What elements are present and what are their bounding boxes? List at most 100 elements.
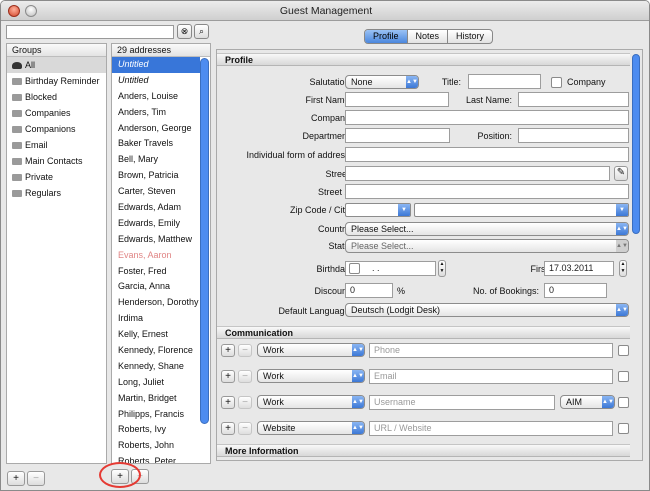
address-item[interactable]: Roberts, Ivy [112,422,200,438]
add-group-button[interactable]: + [7,471,25,486]
group-item[interactable]: Birthday Reminder [7,73,106,89]
street-field[interactable] [345,166,610,181]
communication-type-select[interactable]: Work ▲▼ [257,369,365,383]
add-row-button[interactable]: + [221,370,235,383]
birthday-value: . . [372,263,380,273]
bookings-field[interactable]: 0 [544,283,607,298]
communication-type-select[interactable]: Work ▲▼ [257,343,365,357]
address-item[interactable]: Edwards, Matthew [112,232,200,248]
group-item[interactable]: Private [7,169,106,185]
address-item[interactable]: Edwards, Adam [112,200,200,216]
zip-code-combo[interactable]: ▼ [345,203,411,217]
chevron-down-icon: ▲▼ [406,76,418,88]
add-row-button[interactable]: + [221,396,235,409]
title-field[interactable] [468,74,541,89]
address-item[interactable]: Edwards, Emily [112,216,200,232]
chevron-down-icon: ▲▼ [352,422,364,434]
address-item[interactable]: Anderson, George [112,121,200,137]
remove-row-button[interactable]: − [238,344,252,357]
communication-checkbox[interactable] [618,397,629,408]
language-select[interactable]: Deutsch (Lodgit Desk) ▲▼ [345,303,629,317]
group-item[interactable]: Email [7,137,106,153]
address-item[interactable]: Anders, Tim [112,105,200,121]
address-item[interactable]: Brown, Patricia [112,168,200,184]
communication-type-select[interactable]: Website ▲▼ [257,421,365,435]
address-item[interactable]: Roberts, John [112,438,200,454]
first-name-field[interactable] [345,92,449,107]
address-item[interactable]: Kennedy, Shane [112,359,200,375]
clear-search-icon[interactable]: ⊗ [177,24,192,39]
address-item[interactable]: Untitled [112,73,200,89]
group-item[interactable]: Blocked [7,89,106,105]
company-field[interactable] [345,110,629,125]
remove-row-button[interactable]: − [238,370,252,383]
address-item[interactable]: Untitled [112,57,200,73]
position-field[interactable] [518,128,629,143]
address-item[interactable]: Carter, Steven [112,184,200,200]
search-input[interactable] [6,25,174,39]
state-select[interactable]: Please Select... ▲▼ [345,239,629,253]
messenger-type-select[interactable]: AIM ▲▼ [560,395,615,409]
address-item[interactable]: Anders, Louise [112,89,200,105]
discount-field[interactable]: 0 [345,283,393,298]
addresses-scrollbar[interactable] [200,58,209,424]
window: Guest Management ⊗ ⌕ Profile Notes Histo… [0,0,650,491]
addresses-header: 29 addresses [112,44,210,57]
pen-icon[interactable]: ✎ [614,166,628,181]
state-value: Please Select... [351,241,414,251]
address-item[interactable]: Irdima [112,311,200,327]
group-item[interactable]: Main Contacts [7,153,106,169]
street2-field[interactable] [345,184,629,199]
remove-row-button[interactable]: − [238,396,252,409]
folder-icon [12,190,22,197]
birthday-stepper[interactable]: ▲ ▼ [438,260,446,277]
city-combo[interactable]: ▼ [414,203,629,217]
last-name-field[interactable] [518,92,629,107]
addresses-panel: 29 addresses Untitled Untitled Anders, Lou… [111,43,211,464]
address-item[interactable]: Kennedy, Florence [112,343,200,359]
salutation-select[interactable]: None ▲▼ [345,75,419,89]
address-item[interactable]: Henderson, Dorothy [112,295,200,311]
address-item[interactable]: Kelly, Ernest [112,327,200,343]
address-item[interactable]: Garcia, Anna [112,279,200,295]
communication-field[interactable]: URL / Website [369,421,613,436]
group-item[interactable]: All [7,57,106,73]
country-select[interactable]: Please Select... ▲▼ [345,222,629,236]
address-item[interactable]: Long, Juliet [112,375,200,391]
individual-address-field[interactable] [345,147,629,162]
group-item[interactable]: Companions [7,121,106,137]
group-item[interactable]: Regulars [7,185,106,201]
communication-field[interactable]: Phone [369,343,613,358]
address-item[interactable]: Foster, Fred [112,264,200,280]
communication-field[interactable]: Email [369,369,613,384]
search-icon[interactable]: ⌕ [194,24,209,39]
add-row-button[interactable]: + [221,422,235,435]
group-item[interactable]: Companies [7,105,106,121]
chevron-down-icon: ▲▼ [616,240,628,252]
remove-row-button[interactable]: − [238,422,252,435]
remove-group-button[interactable]: − [27,471,45,486]
department-field[interactable] [345,128,450,143]
communication-checkbox[interactable] [618,345,629,356]
address-item[interactable]: Bell, Mary [112,152,200,168]
address-item[interactable]: Martin, Bridget [112,391,200,407]
tab-notes[interactable]: Notes [408,30,449,43]
communication-checkbox[interactable] [618,423,629,434]
add-row-button[interactable]: + [221,344,235,357]
first-contact-field[interactable]: 17.03.2011 [544,261,614,276]
folder-icon [12,94,22,101]
detail-scrollbar[interactable] [632,54,640,234]
address-item[interactable]: Philipps, Francis [112,407,200,423]
communication-placeholder: URL / Website [374,423,432,433]
salutation-value: None [351,77,373,87]
communication-type-select[interactable]: Work ▲▼ [257,395,365,409]
birthday-checkbox[interactable] [349,263,360,274]
address-item[interactable]: Evans, Aaron [112,248,200,264]
address-item[interactable]: Baker Travels [112,136,200,152]
communication-field[interactable]: Username [369,395,555,410]
communication-checkbox[interactable] [618,371,629,382]
tab-profile[interactable]: Profile [365,30,408,43]
tab-history[interactable]: History [448,30,492,43]
first-contact-stepper[interactable]: ▲ ▼ [619,260,627,277]
company-checkbox[interactable] [551,77,562,88]
